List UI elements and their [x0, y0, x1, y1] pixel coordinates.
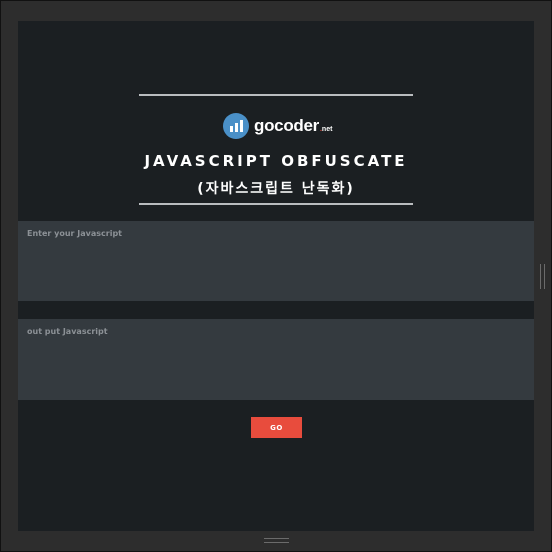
logo-wordmark: gocoder — [254, 116, 319, 135]
go-button[interactable]: GO — [251, 417, 302, 438]
logo-tld-text: net — [321, 126, 333, 133]
header-bottom-divider — [139, 203, 413, 205]
javascript-input[interactable] — [18, 221, 534, 301]
header-top-divider — [139, 94, 413, 96]
bar-chart-icon — [223, 113, 249, 139]
resize-handle-right[interactable] — [540, 264, 545, 289]
obfuscator-panel: gocoder .net JAVASCRIPT OBFUSCATE (자바스크립… — [18, 21, 534, 531]
gocoder-logo[interactable]: gocoder .net — [223, 113, 332, 139]
page-title: JAVASCRIPT OBFUSCATE — [144, 152, 408, 170]
resize-handle-bottom[interactable] — [264, 538, 289, 543]
logo-tld: .net — [320, 126, 332, 133]
javascript-output[interactable] — [18, 319, 534, 400]
window-frame: gocoder .net JAVASCRIPT OBFUSCATE (자바스크립… — [0, 0, 552, 552]
page-subtitle: (자바스크립트 난독화) — [197, 181, 355, 197]
